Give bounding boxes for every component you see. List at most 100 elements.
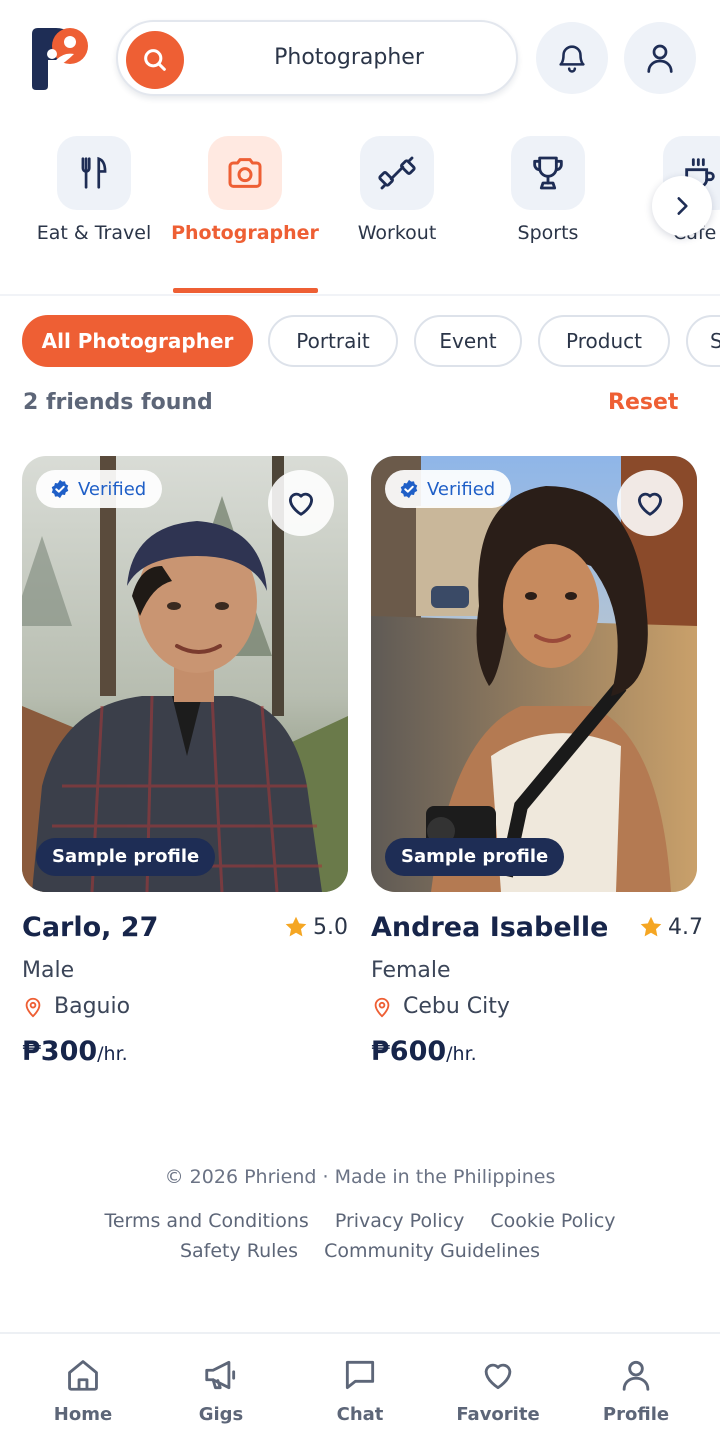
favorite-button[interactable]	[617, 470, 683, 536]
verified-label: Verified	[427, 478, 496, 500]
star-icon	[640, 916, 662, 937]
search-icon	[144, 49, 166, 71]
category-icon-box	[57, 136, 131, 210]
megaphone-icon	[205, 1360, 236, 1390]
active-category-indicator	[173, 288, 318, 293]
app-header: Photographer	[0, 0, 720, 118]
chip-more[interactable]: S	[686, 315, 720, 367]
profile-location: Baguio	[22, 994, 130, 1019]
nav-gigs[interactable]: Gigs	[161, 1356, 281, 1425]
profile-name: Andrea Isabelle V	[371, 912, 607, 943]
price-value: ₱600	[371, 1036, 447, 1067]
profile-photo[interactable]: Verified Sample profile	[22, 456, 348, 892]
category-label: Eat & Travel	[36, 222, 152, 244]
category-label: Photographer	[171, 222, 319, 244]
home-icon	[68, 1360, 98, 1391]
price-unit: /hr.	[446, 1043, 477, 1065]
verified-badge: Verified	[385, 470, 512, 508]
heart-icon	[484, 1363, 512, 1390]
category-eat-travel[interactable]: Eat & Travel	[19, 136, 169, 244]
safety-link[interactable]: Safety Rules	[180, 1240, 298, 1262]
category-workout[interactable]: Workout	[322, 136, 472, 244]
category-icon-box	[208, 136, 282, 210]
nav-home[interactable]: Home	[23, 1356, 143, 1425]
search-button[interactable]	[126, 31, 184, 89]
verified-check-icon	[400, 479, 418, 499]
profile-rating: 4.7	[638, 914, 703, 940]
bottom-navigation: Home Gigs Chat Favorite Profile	[0, 1332, 720, 1453]
section-divider	[0, 294, 720, 296]
notifications-button[interactable]	[536, 22, 608, 94]
user-icon	[622, 1360, 650, 1391]
nav-profile[interactable]: Profile	[576, 1356, 696, 1425]
phriend-logo[interactable]	[26, 24, 92, 94]
profile-gender: Male	[22, 958, 75, 983]
profile-photo[interactable]: Verified Sample profile	[371, 456, 697, 892]
profile-price: ₱300/hr.	[22, 1036, 128, 1067]
copyright-text: © 2026 Phriend · Made in the Philippines	[164, 1166, 556, 1188]
verified-label: Verified	[78, 478, 147, 500]
footer-links-row: Terms and Conditions Privacy Policy Cook…	[0, 1210, 720, 1232]
category-icon-box	[360, 136, 434, 210]
bell-icon	[559, 45, 585, 73]
guidelines-link[interactable]: Community Guidelines	[324, 1240, 540, 1262]
account-button[interactable]	[624, 22, 696, 94]
verified-check-icon	[51, 479, 69, 499]
star-icon	[285, 916, 307, 937]
filter-chips: All Photographer Portrait Event Product …	[0, 315, 720, 369]
camera-icon	[228, 158, 262, 188]
search-input[interactable]: Photographer	[194, 22, 504, 94]
category-sports[interactable]: Sports	[473, 136, 623, 244]
sample-profile-badge: Sample profile	[36, 838, 216, 876]
heart-icon	[637, 492, 663, 516]
chip-all-photographer[interactable]: All Photographer	[22, 315, 253, 367]
cookie-link[interactable]: Cookie Policy	[490, 1210, 615, 1232]
user-icon	[647, 44, 673, 73]
chip-product[interactable]: Product	[538, 315, 670, 367]
verified-badge: Verified	[36, 470, 163, 508]
category-label: Workout	[357, 222, 437, 244]
nav-favorite[interactable]: Favorite	[438, 1356, 558, 1425]
heart-icon	[288, 492, 314, 516]
category-label: Sports	[517, 222, 579, 244]
nav-chat[interactable]: Chat	[300, 1356, 420, 1425]
nav-label: Chat	[336, 1404, 384, 1425]
chip-portrait[interactable]: Portrait	[268, 315, 398, 367]
category-icon-box	[511, 136, 585, 210]
nav-label: Favorite	[456, 1404, 540, 1425]
location-label: Baguio	[54, 994, 131, 1019]
footer-links-row: Safety Rules Community Guidelines	[0, 1240, 720, 1262]
favorite-button[interactable]	[268, 470, 334, 536]
profile-price: ₱600/hr.	[371, 1036, 477, 1067]
price-unit: /hr.	[97, 1043, 128, 1065]
scroll-next-button[interactable]	[652, 176, 712, 236]
location-pin-icon	[374, 997, 390, 1017]
location-label: Cebu City	[403, 994, 510, 1019]
category-scroller: Eat & Travel Photographer Workout Sports	[0, 118, 720, 294]
nav-label: Gigs	[198, 1404, 244, 1425]
chip-event[interactable]: Event	[414, 315, 522, 367]
results-count: 2 friends found	[23, 390, 213, 415]
profile-location: Cebu City	[371, 994, 510, 1019]
terms-link[interactable]: Terms and Conditions	[104, 1210, 308, 1232]
nav-label: Profile	[602, 1404, 670, 1425]
fork-knife-icon	[81, 156, 107, 189]
category-photographer[interactable]: Photographer	[170, 136, 320, 244]
reset-button[interactable]: Reset	[608, 390, 678, 415]
dumbbell-icon	[378, 156, 416, 190]
search-bar[interactable]: Photographer	[116, 20, 518, 96]
profile-card[interactable]: Verified Sample profile Andrea Isabelle …	[371, 456, 703, 1067]
profile-gender: Female	[371, 958, 451, 983]
privacy-link[interactable]: Privacy Policy	[335, 1210, 464, 1232]
sample-profile-badge: Sample profile	[385, 838, 565, 876]
trophy-icon	[533, 156, 563, 190]
chevron-right-icon	[677, 197, 688, 215]
price-value: ₱300	[22, 1036, 98, 1067]
location-pin-icon	[25, 997, 41, 1017]
profile-rating: 5.0	[283, 914, 348, 940]
profile-card[interactable]: Verified Sample profile Carlo, 27 5.0 Ma…	[22, 456, 348, 1067]
rating-value: 5.0	[313, 914, 348, 940]
profile-name: Carlo, 27	[22, 912, 159, 943]
chat-icon	[345, 1360, 375, 1390]
nav-label: Home	[53, 1404, 113, 1425]
